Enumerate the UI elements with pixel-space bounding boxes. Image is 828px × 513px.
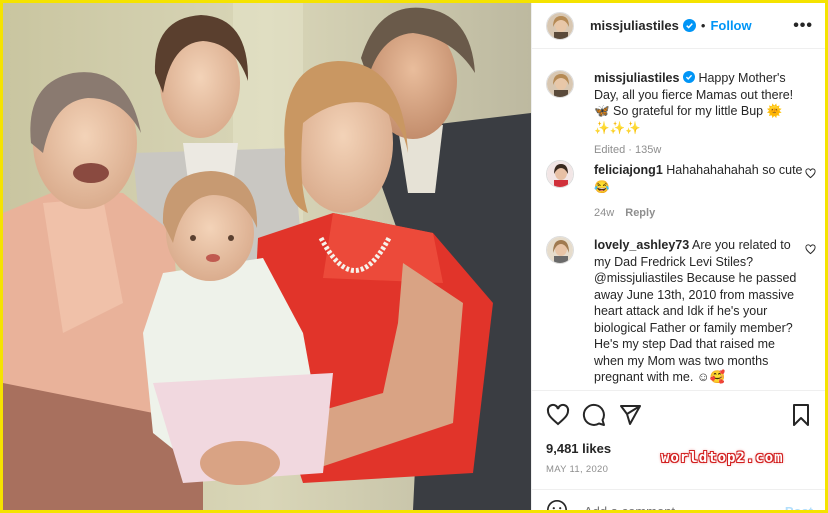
- comment-icon[interactable]: [582, 403, 606, 427]
- caption-age[interactable]: 135w: [635, 144, 661, 156]
- verified-badge-icon: [682, 19, 696, 32]
- caption-avatar[interactable]: [546, 70, 574, 98]
- post-side-panel: missjuliastiles • Follow ••• missjuliast…: [531, 3, 825, 510]
- share-icon[interactable]: [618, 403, 642, 427]
- heart-icon[interactable]: [546, 403, 570, 427]
- comment-username[interactable]: feliciajong1: [594, 163, 663, 177]
- family-photo-illustration: [3, 3, 531, 510]
- reply-button[interactable]: Reply: [625, 207, 655, 219]
- likes-count[interactable]: 9,481 likes: [546, 441, 611, 456]
- comment-like-heart-icon[interactable]: [805, 168, 816, 179]
- comment-body: feliciajong1 Hahahahahahah so cute 😂 24w…: [594, 162, 806, 222]
- more-options-button[interactable]: •••: [793, 17, 813, 35]
- author-avatar[interactable]: [546, 11, 574, 40]
- site-watermark: worldtop2.com: [661, 450, 784, 466]
- follow-button[interactable]: Follow: [710, 18, 751, 33]
- header-separator: •: [700, 18, 706, 33]
- comment-age[interactable]: 24w: [594, 207, 614, 219]
- screenshot-frame: missjuliastiles • Follow ••• missjuliast…: [0, 0, 828, 513]
- bookmark-icon[interactable]: [789, 403, 813, 427]
- meta-separator: ·: [628, 144, 632, 156]
- comment-username[interactable]: lovely_ashley73: [594, 238, 689, 252]
- comment-text: Are you related to my Dad Fredrick Levi …: [594, 238, 797, 384]
- comment-meta: 24w Reply: [594, 205, 806, 222]
- caption-username[interactable]: missjuliastiles: [594, 71, 679, 85]
- author-username[interactable]: missjuliastiles: [590, 18, 679, 33]
- comments-list[interactable]: missjuliastiles Happy Mother's Day, all …: [532, 50, 825, 390]
- emoji-icon[interactable]: [546, 499, 568, 513]
- caption-meta: Edited · 135w: [594, 142, 806, 159]
- commenter-avatar[interactable]: [546, 160, 574, 188]
- edited-label: Edited: [594, 144, 626, 156]
- add-comment-input[interactable]: [584, 504, 774, 510]
- comment-like-heart-icon[interactable]: [805, 244, 816, 255]
- post-header: missjuliastiles • Follow •••: [532, 3, 825, 49]
- post-comment-button[interactable]: Post: [785, 504, 813, 510]
- verified-badge-icon: [682, 71, 695, 83]
- post-date[interactable]: MAY 11, 2020: [546, 464, 608, 475]
- post-photo[interactable]: [3, 3, 531, 510]
- add-comment-row: Post: [532, 489, 825, 513]
- caption-body: missjuliastiles Happy Mother's Day, all …: [594, 70, 806, 159]
- action-icons: [546, 403, 813, 427]
- commenter-avatar[interactable]: [546, 236, 574, 264]
- comment-body: lovely_ashley73 Are you related to my Da…: [594, 237, 806, 386]
